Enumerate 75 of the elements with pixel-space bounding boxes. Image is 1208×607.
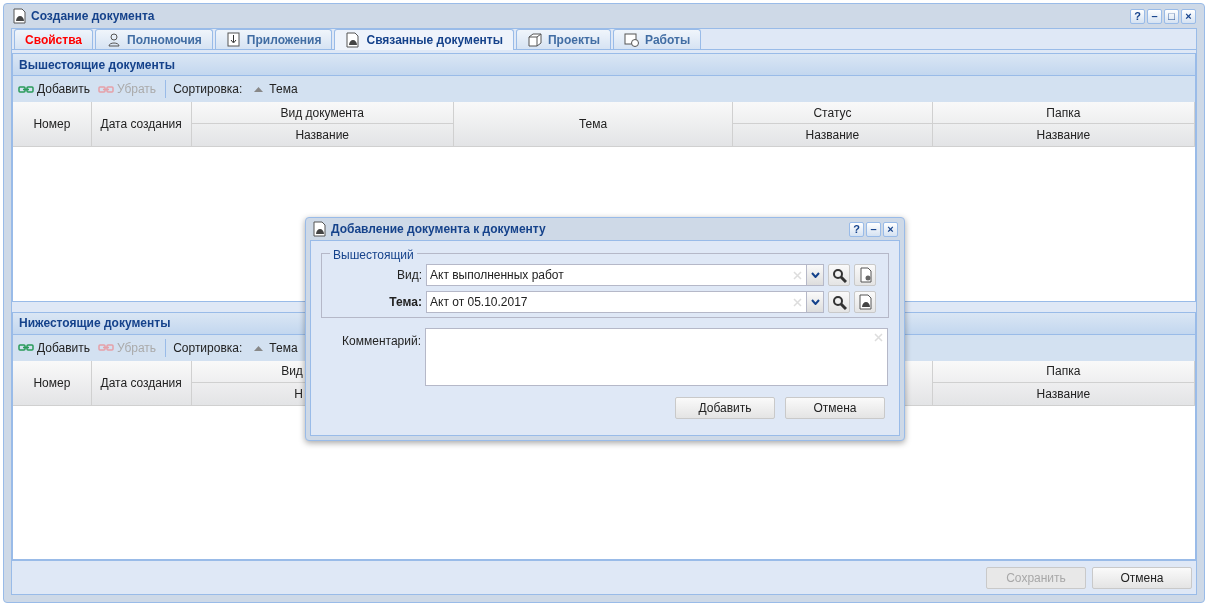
action-button[interactable] [854, 291, 876, 313]
group-title: Вышестоящий [330, 246, 417, 264]
add-button[interactable]: Добавить [16, 337, 93, 358]
caret-down-icon [810, 299, 820, 305]
cancel-button[interactable]: Отмена [1092, 566, 1192, 589]
tab[interactable]: Работы [613, 29, 702, 49]
tab[interactable]: Связанные документы [334, 29, 514, 50]
add-button[interactable]: Добавить [675, 397, 775, 419]
combo-box[interactable]: Акт от 05.10.2017 [426, 291, 824, 313]
column-header[interactable]: Название [733, 124, 932, 146]
document-gear-icon [857, 267, 873, 283]
column-header[interactable]: Вид документа [191, 102, 453, 124]
combo-box[interactable]: Акт выполненных работ [426, 264, 824, 286]
clear-icon [874, 333, 883, 342]
sort-label: Сортировка: [173, 339, 243, 357]
comment-field[interactable] [425, 328, 888, 386]
dialog-title: Добавление документа к документу [331, 221, 546, 238]
column-header[interactable]: Тема [453, 102, 733, 146]
add-button[interactable]: Добавить [16, 79, 93, 99]
clear-icon [793, 297, 802, 307]
tab[interactable]: Приложения [214, 29, 333, 49]
link-icon [98, 83, 115, 95]
column-header[interactable]: Папка [932, 360, 1194, 383]
sort-up-icon [254, 86, 264, 92]
dropdown-button[interactable] [806, 265, 823, 285]
search-icon [831, 294, 847, 310]
close-button[interactable]: × [1181, 8, 1196, 24]
person-icon [106, 31, 122, 48]
document-icon [312, 221, 327, 237]
sort-button[interactable]: Тема [254, 80, 298, 98]
panel-title: Нижестоящие документы [19, 315, 171, 332]
close-button[interactable]: × [883, 221, 898, 237]
column-header[interactable]: Номер [13, 102, 91, 146]
column-header[interactable]: Название [932, 382, 1194, 405]
column-header[interactable]: Название [932, 124, 1194, 146]
action-button[interactable] [854, 264, 876, 286]
window-title: Создание документа [31, 8, 155, 25]
calendar-clock-icon [624, 31, 640, 48]
help-button[interactable]: ? [1130, 8, 1145, 24]
download-icon [225, 31, 241, 48]
link-icon [18, 83, 34, 95]
column-header[interactable]: Дата создания [91, 360, 191, 405]
search-button[interactable] [828, 291, 850, 313]
input-field[interactable]: Акт выполненных работ [427, 266, 789, 284]
field-label: Комментарий: [341, 333, 421, 350]
document-icon [345, 32, 361, 48]
caret-down-icon [810, 272, 820, 278]
minimize-button[interactable]: – [1147, 8, 1162, 24]
column-header[interactable]: Номер [13, 360, 91, 405]
input-field[interactable]: Акт от 05.10.2017 [427, 293, 789, 311]
link-icon [98, 342, 115, 353]
column-header[interactable]: Название [191, 124, 453, 146]
tab[interactable]: Проекты [516, 29, 612, 49]
minimize-button[interactable]: – [866, 221, 881, 237]
box-icon [527, 31, 542, 48]
cancel-button[interactable]: Отмена [785, 397, 885, 419]
sort-button[interactable]: Тема [254, 338, 298, 357]
clear-icon [793, 270, 802, 280]
dropdown-button[interactable] [806, 292, 823, 312]
field-label: Тема: [388, 294, 422, 311]
sort-up-icon [254, 344, 264, 351]
column-header[interactable]: Дата создания [91, 102, 191, 146]
document-icon [12, 8, 27, 24]
help-button[interactable]: ? [849, 221, 864, 237]
panel-title: Вышестоящие документы [19, 56, 175, 74]
column-header[interactable]: Папка [932, 102, 1194, 124]
column-header[interactable]: Статус [733, 102, 932, 124]
search-icon [831, 267, 847, 283]
tab[interactable]: Полномочия [95, 29, 213, 49]
field-label: Вид: [395, 267, 422, 284]
document-icon [857, 294, 873, 310]
link-icon [18, 342, 34, 353]
maximize-button[interactable]: □ [1164, 8, 1179, 24]
search-button[interactable] [828, 264, 850, 286]
sort-label: Сортировка: [173, 81, 243, 98]
